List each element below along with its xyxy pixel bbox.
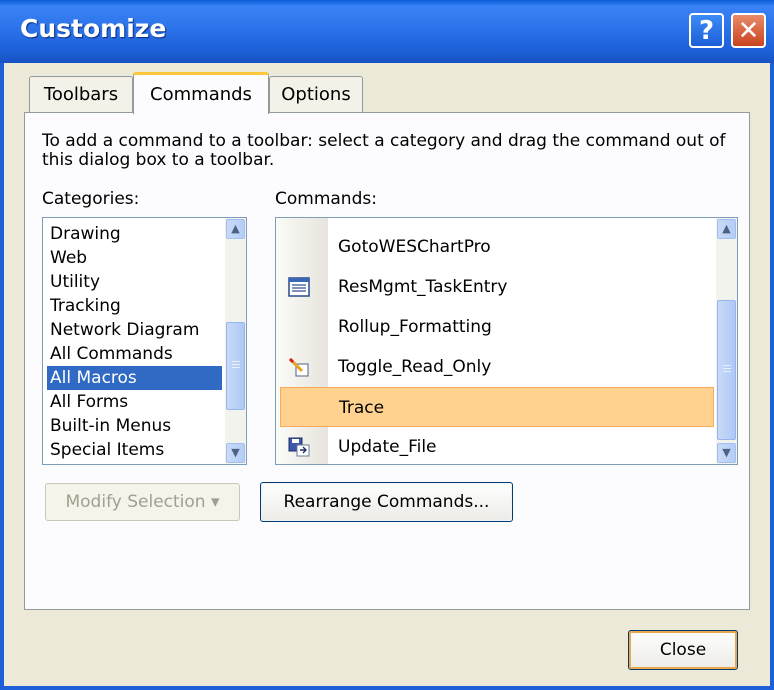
tab-commands-label: Commands [150, 84, 252, 105]
close-icon: ✕ [737, 15, 760, 46]
categories-label: Categories: [42, 189, 140, 209]
save-file-icon [288, 437, 310, 457]
modify-selection-button[interactable]: Modify Selection ▾ [45, 483, 240, 521]
title-close-button[interactable]: ✕ [731, 13, 766, 48]
scroll-up-icon[interactable]: ▲ [226, 219, 245, 239]
commands-tab-panel: To add a command to a toolbar: select a … [24, 112, 750, 610]
command-label: Toggle_Read_Only [338, 357, 492, 377]
close-button-label: Close [659, 640, 707, 660]
tab-toolbars[interactable]: Toolbars [29, 76, 133, 112]
command-item[interactable]: GotoWESChartPro [280, 227, 714, 267]
title-bar[interactable]: Customize ? ✕ [0, 0, 774, 63]
command-label: Update_File [338, 437, 437, 457]
rearrange-commands-button[interactable]: Rearrange Commands... [260, 482, 513, 522]
command-item[interactable]: Rollup_Formatting [280, 307, 714, 347]
category-item[interactable]: All Commands [47, 342, 222, 366]
categories-list[interactable]: Drawing Web Utility Tracking Network Dia… [42, 217, 247, 465]
command-label: Trace [339, 398, 385, 418]
tab-toolbars-label: Toolbars [43, 84, 119, 105]
customize-dialog: Customize ? ✕ Toolbars Commands Options … [0, 0, 774, 690]
command-item-selected[interactable]: Trace [280, 387, 714, 427]
scroll-thumb[interactable] [717, 300, 736, 440]
category-item[interactable]: Network Diagram [47, 318, 222, 342]
modify-selection-label: Modify Selection ▾ [65, 492, 220, 512]
help-button[interactable]: ? [689, 13, 724, 48]
scroll-thumb[interactable] [226, 322, 245, 410]
command-label: ResMgmt_TaskEntry [338, 277, 508, 297]
commands-scrollbar[interactable]: ▲ ▼ [716, 218, 737, 464]
category-item[interactable]: Web [47, 246, 222, 270]
commands-label: Commands: [275, 189, 377, 209]
scroll-up-icon[interactable]: ▲ [717, 219, 736, 239]
command-item[interactable]: Update_File [280, 427, 714, 464]
tab-options[interactable]: Options [269, 76, 363, 112]
category-item[interactable]: Tracking [47, 294, 222, 318]
category-item[interactable]: Built-in Menus [47, 414, 222, 438]
help-icon: ? [698, 15, 715, 46]
categories-scrollbar[interactable]: ▲ ▼ [225, 218, 246, 464]
category-item[interactable]: Utility [47, 270, 222, 294]
command-label: GotoWESChartPro [338, 237, 491, 257]
instructions-text: To add a command to a toolbar: select a … [42, 131, 726, 170]
category-item[interactable]: All Forms [47, 390, 222, 414]
category-item[interactable]: Special Items [47, 438, 222, 462]
rearrange-commands-label: Rearrange Commands... [283, 492, 490, 512]
command-label: Rollup_Formatting [338, 317, 492, 337]
scroll-down-icon[interactable]: ▼ [226, 443, 245, 463]
edit-pencil-icon [288, 357, 309, 377]
category-item[interactable]: Drawing [47, 222, 222, 246]
form-icon [288, 277, 310, 297]
tab-options-label: Options [281, 84, 351, 105]
commands-list[interactable]: GotoWESChartPro ResMgmt_TaskEntry Rollup… [275, 217, 738, 465]
scroll-down-icon[interactable]: ▼ [717, 443, 736, 463]
command-item[interactable]: ResMgmt_TaskEntry [280, 267, 714, 307]
command-item[interactable]: Toggle_Read_Only [280, 347, 714, 387]
tab-commands[interactable]: Commands [133, 72, 269, 114]
category-item-selected[interactable]: All Macros [47, 366, 222, 390]
dialog-title: Customize [20, 14, 167, 43]
close-button[interactable]: Close [628, 630, 738, 670]
